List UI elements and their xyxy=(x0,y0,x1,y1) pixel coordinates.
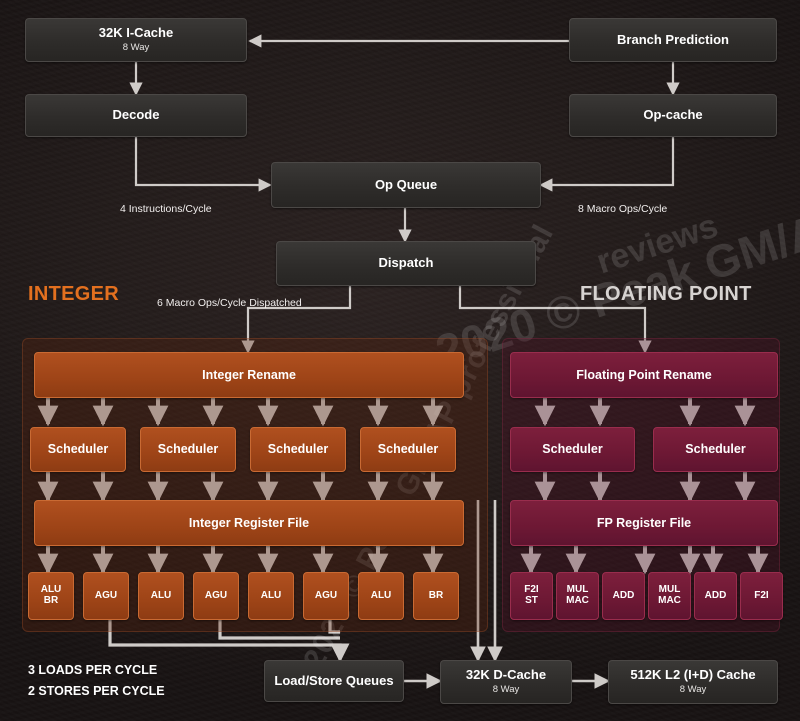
block-fp-rename-label: Floating Point Rename xyxy=(576,367,712,382)
block-fp-scheduler-0-label: Scheduler xyxy=(542,442,603,457)
block-op-cache-label: Op-cache xyxy=(643,107,703,123)
block-integer-scheduler-3-label: Scheduler xyxy=(377,442,439,457)
block-d-cache-sub: 8 Way xyxy=(492,684,520,695)
block-l2-cache[interactable]: 512K L2 (I+D) Cache 8 Way xyxy=(608,660,778,704)
exec-unit-fp-5-line1: F2I xyxy=(754,589,769,601)
section-title-integer: INTEGER xyxy=(28,283,119,305)
block-decode-label: Decode xyxy=(112,107,160,123)
section-title-floating-point: FLOATING POINT xyxy=(580,283,752,305)
exec-unit-int-1[interactable]: AGU xyxy=(83,572,129,620)
exec-unit-fp-1[interactable]: MUL MAC xyxy=(556,572,599,620)
block-fp-register-file[interactable]: FP Register File xyxy=(510,500,778,546)
block-fp-scheduler-1-label: Scheduler xyxy=(685,442,746,457)
diagram-canvas: 2020 © Peak GM/AP professional 2020 © Pe… xyxy=(0,0,800,721)
block-decode[interactable]: Decode xyxy=(25,94,247,137)
exec-unit-int-6[interactable]: ALU xyxy=(358,572,404,620)
block-integer-scheduler-2[interactable]: Scheduler xyxy=(250,427,346,472)
exec-unit-fp-1-line2: MAC xyxy=(566,595,589,606)
block-integer-scheduler-0-label: Scheduler xyxy=(47,442,109,457)
exec-unit-fp-3[interactable]: MUL MAC xyxy=(648,572,691,620)
exec-unit-int-3-line1: AGU xyxy=(204,589,228,601)
watermark-line2: reviews xyxy=(592,206,723,282)
exec-unit-int-3[interactable]: AGU xyxy=(193,572,239,620)
exec-unit-int-1-line1: AGU xyxy=(94,589,118,601)
block-fp-register-file-label: FP Register File xyxy=(596,515,692,530)
block-d-cache[interactable]: 32K D-Cache 8 Way xyxy=(440,660,572,704)
block-op-cache[interactable]: Op-cache xyxy=(569,94,777,137)
block-integer-scheduler-0[interactable]: Scheduler xyxy=(30,427,126,472)
block-integer-scheduler-2-label: Scheduler xyxy=(267,442,329,457)
exec-unit-fp-2[interactable]: ADD xyxy=(602,572,645,620)
exec-unit-fp-0-line2: ST xyxy=(525,595,538,606)
label-stores-per-cycle: 2 STORES PER CYCLE xyxy=(28,684,165,698)
block-integer-register-file-label: Integer Register File xyxy=(188,515,310,530)
exec-unit-fp-3-line2: MAC xyxy=(658,595,681,606)
exec-unit-fp-2-line1: ADD xyxy=(612,589,635,601)
block-integer-rename-label: Integer Rename xyxy=(202,367,296,382)
label-decode-rate: 4 Instructions/Cycle xyxy=(120,203,212,215)
block-branch-prediction-label: Branch Prediction xyxy=(617,31,729,47)
exec-unit-int-5-line1: AGU xyxy=(314,589,338,601)
block-fp-scheduler-1[interactable]: Scheduler xyxy=(653,427,778,472)
exec-unit-int-2[interactable]: ALU xyxy=(138,572,184,620)
exec-unit-int-4-line1: ALU xyxy=(260,589,282,601)
block-op-queue[interactable]: Op Queue xyxy=(271,162,541,208)
block-l2-cache-sub: 8 Way xyxy=(679,684,707,695)
label-loads-per-cycle: 3 LOADS PER CYCLE xyxy=(28,663,158,677)
block-i-cache[interactable]: 32K I-Cache 8 Way xyxy=(25,18,247,62)
exec-unit-int-2-line1: ALU xyxy=(150,589,172,601)
exec-unit-int-7[interactable]: BR xyxy=(413,572,459,620)
label-opcache-rate: 8 Macro Ops/Cycle xyxy=(578,203,668,215)
block-fp-scheduler-0[interactable]: Scheduler xyxy=(510,427,635,472)
exec-unit-int-4[interactable]: ALU xyxy=(248,572,294,620)
exec-unit-fp-0[interactable]: F2I ST xyxy=(510,572,553,620)
block-load-store-queues[interactable]: Load/Store Queues xyxy=(264,660,404,702)
block-op-queue-label: Op Queue xyxy=(374,176,438,192)
block-dispatch[interactable]: Dispatch xyxy=(276,241,536,286)
exec-unit-int-6-line1: ALU xyxy=(370,589,392,601)
block-l2-cache-label: 512K L2 (I+D) Cache xyxy=(630,667,756,683)
exec-unit-int-0-line2: BR xyxy=(43,595,59,606)
block-d-cache-label: 32K D-Cache xyxy=(465,667,547,683)
block-i-cache-label: 32K I-Cache xyxy=(98,25,174,41)
exec-unit-int-5[interactable]: AGU xyxy=(303,572,349,620)
block-integer-register-file[interactable]: Integer Register File xyxy=(34,500,464,546)
block-load-store-queues-label: Load/Store Queues xyxy=(274,672,394,688)
exec-unit-fp-5[interactable]: F2I xyxy=(740,572,783,620)
block-integer-scheduler-3[interactable]: Scheduler xyxy=(360,427,456,472)
exec-unit-fp-4[interactable]: ADD xyxy=(694,572,737,620)
block-integer-scheduler-1[interactable]: Scheduler xyxy=(140,427,236,472)
block-fp-rename[interactable]: Floating Point Rename xyxy=(510,352,778,398)
block-dispatch-label: Dispatch xyxy=(378,255,434,271)
block-branch-prediction[interactable]: Branch Prediction xyxy=(569,18,777,62)
block-integer-scheduler-1-label: Scheduler xyxy=(157,442,219,457)
exec-unit-int-0[interactable]: ALU BR xyxy=(28,572,74,620)
exec-unit-int-7-line1: BR xyxy=(428,589,444,601)
block-integer-rename[interactable]: Integer Rename xyxy=(34,352,464,398)
exec-unit-fp-4-line1: ADD xyxy=(704,589,727,601)
block-i-cache-sub: 8 Way xyxy=(122,42,150,53)
label-dispatch-rate: 6 Macro Ops/Cycle Dispatched xyxy=(157,297,302,309)
